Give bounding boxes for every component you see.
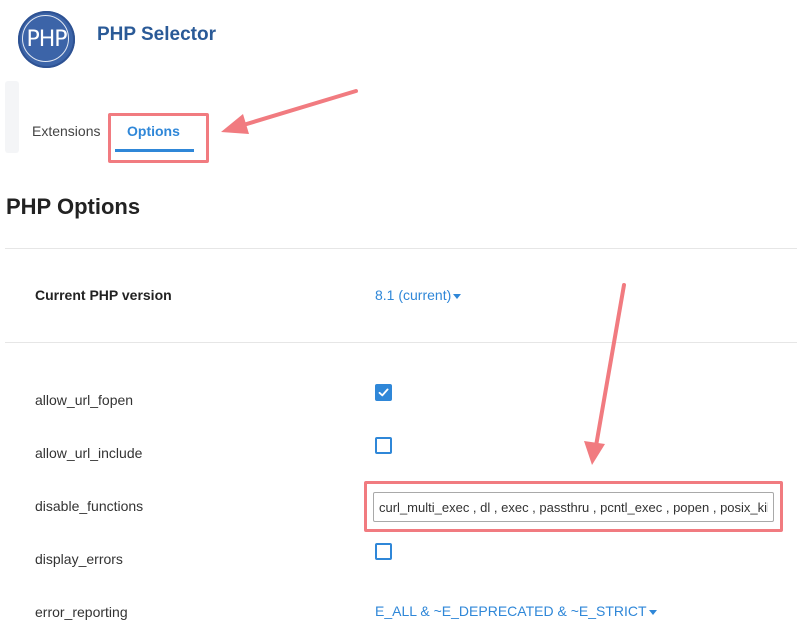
check-icon: [378, 388, 389, 397]
page-title: PHP Selector: [97, 24, 216, 45]
php-version-label: Current PHP version: [35, 287, 172, 303]
php-version-select[interactable]: 8.1 (current): [375, 287, 462, 303]
tab-extensions[interactable]: Extensions: [32, 123, 100, 139]
display-errors-checkbox[interactable]: [375, 543, 392, 560]
disable-functions-label: disable_functions: [35, 498, 144, 514]
php-selector-page: PHP PHP Selector Extensions Options PHP …: [0, 0, 797, 634]
error-reporting-label: error_reporting: [35, 604, 128, 620]
section-title: PHP Options: [6, 194, 141, 219]
php-version-value: 8.1 (current): [375, 287, 452, 303]
display-errors-label: display_errors: [35, 551, 123, 567]
version-divider: [5, 342, 797, 343]
error-reporting-value: E_ALL & ~E_DEPRECATED & ~E_STRICT: [375, 603, 647, 619]
arrow-to-disable-functions: [584, 283, 626, 465]
caret-down-icon: [453, 293, 462, 299]
allow-url-fopen-checkbox[interactable]: [375, 384, 392, 401]
error-reporting-select[interactable]: E_ALL & ~E_DEPRECATED & ~E_STRICT: [375, 603, 657, 619]
allow-url-include-checkbox[interactable]: [375, 437, 392, 454]
allow-url-fopen-label: allow_url_fopen: [35, 392, 134, 408]
allow-url-include-label: allow_url_include: [35, 445, 143, 461]
annotation-arrows: [221, 89, 626, 465]
logo-text: PHP: [26, 27, 67, 52]
arrow-to-options-tab: [221, 89, 358, 134]
php-logo-icon: PHP: [18, 11, 75, 68]
disable-functions-highlight: [364, 481, 783, 532]
tabs-background: [5, 81, 19, 153]
caret-down-icon: [648, 609, 657, 615]
options-tab-highlight: [108, 113, 209, 163]
section-divider: [5, 248, 797, 249]
